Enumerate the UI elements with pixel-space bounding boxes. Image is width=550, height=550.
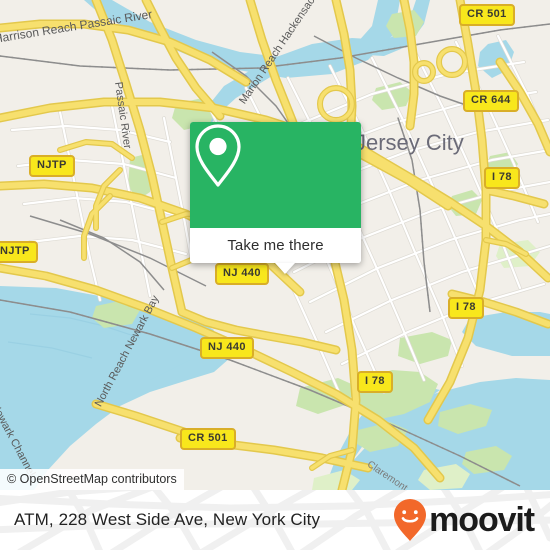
osm-attribution[interactable]: © OpenStreetMap contributors [0,469,184,490]
popup-body: Take me there [190,122,361,263]
map-place-label-jersey-city: Jersey City [355,130,464,155]
highway-shield-cr-501-north[interactable]: CR 501 [459,4,515,26]
highway-shield-nj-440-north[interactable]: NJ 440 [215,263,269,285]
bottom-caption-bar: ATM, 228 West Side Ave, New York City mo… [0,490,550,550]
map-pin-icon [195,124,241,187]
highway-shield-i-78-south[interactable]: I 78 [357,371,393,393]
highway-shield-njtp-north[interactable]: NJTP [29,155,75,177]
moovit-map-screenshot: .w { fill:#a5d8e8; } .pk { fill:#c9e5ae;… [0,0,550,550]
highway-shield-i-78-north[interactable]: I 78 [484,167,520,189]
highway-shield-njtp-south[interactable]: NJTP [0,241,38,263]
location-caption-text: ATM, 228 West Side Ave, New York City [14,510,321,529]
moovit-logo[interactable]: moovit [392,490,535,550]
moovit-wordmark: moovit [429,501,535,539]
location-popup-card[interactable]: Take me there [190,122,361,274]
highway-shield-i-78-mid[interactable]: I 78 [448,297,484,319]
highway-shield-nj-440-south[interactable]: NJ 440 [200,337,254,359]
take-me-there-label: Take me there [227,237,324,254]
popup-header [190,122,361,228]
highway-shield-cr-644[interactable]: CR 644 [463,90,519,112]
location-caption: ATM, 228 West Side Ave, New York City [14,490,320,550]
take-me-there-button[interactable]: Take me there [190,228,361,263]
highway-shield-cr-501-south[interactable]: CR 501 [180,428,236,450]
popup-pointer-tail [275,263,295,274]
moovit-pin-icon [394,499,427,541]
map-canvas[interactable]: .w { fill:#a5d8e8; } .pk { fill:#c9e5ae;… [0,0,550,490]
